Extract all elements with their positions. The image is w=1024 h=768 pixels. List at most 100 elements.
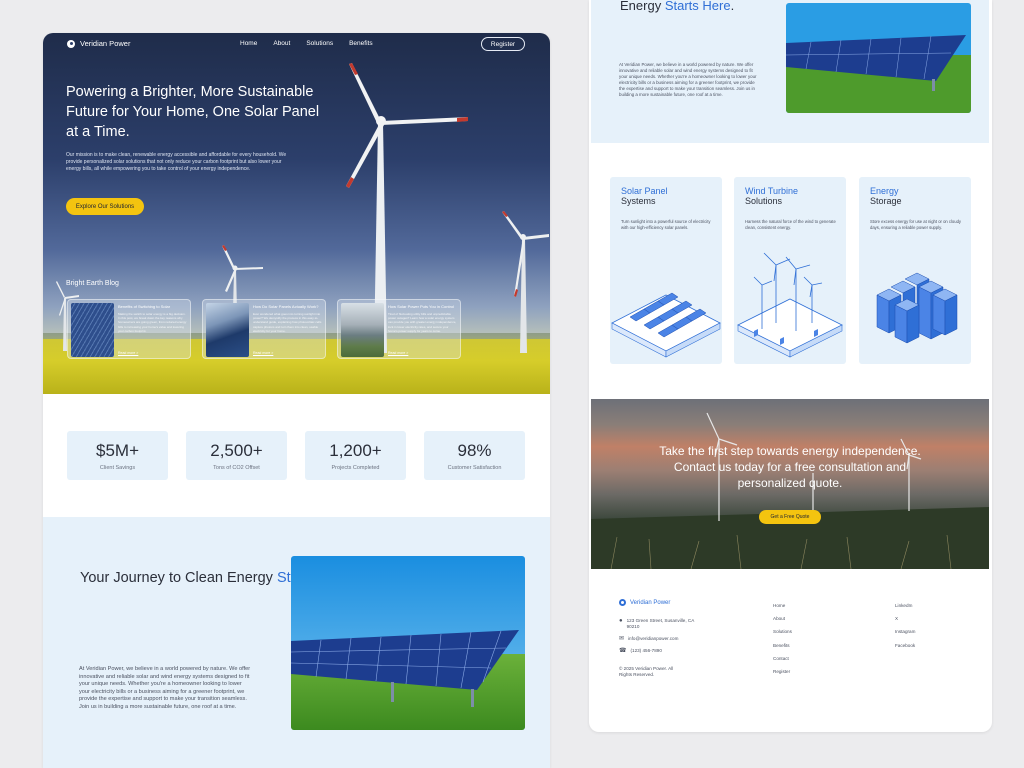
stat-label: Tons of CO2 Offset [213, 465, 260, 471]
footer-link-contact[interactable]: Contact [773, 656, 792, 661]
footer-link-benefits[interactable]: Benefits [773, 643, 792, 648]
logo-icon [67, 39, 75, 48]
nav-link-about[interactable]: About [273, 40, 290, 47]
footer-phone-text: (123) 456-7890 [630, 648, 662, 653]
footer-email[interactable]: ✉ info@veridianpower.com [619, 636, 678, 642]
blog-card[interactable]: How Solar Power Puts You in Control Tire… [337, 299, 461, 359]
explore-solutions-button[interactable]: Explore Our Solutions [66, 198, 144, 215]
blog-card-title: How Do Solar Panels Actually Work? [253, 304, 319, 309]
phone-icon: ☎ [619, 648, 627, 654]
right-turbine [502, 211, 549, 353]
blog-card-excerpt: Making the switch to solar energy is a b… [118, 312, 187, 333]
service-card-wind[interactable]: Wind Turbine Solutions Harness the natur… [734, 177, 846, 364]
footer-copyright: © 2025 Veridian Power. All Rights Reserv… [619, 666, 679, 678]
stat-card: 2,500+ Tons of CO2 Offset [186, 431, 287, 480]
service-title: Solutions [745, 196, 783, 206]
footer-link-about[interactable]: About [773, 616, 792, 621]
footer-social: LinkedIn X Instagram Facebook [895, 603, 915, 656]
footer-link-solutions[interactable]: Solutions [773, 629, 792, 634]
service-title-accent: Solar Panel [621, 186, 668, 196]
footer-nav: Home About Solutions Benefits Contact Re… [773, 603, 792, 682]
brand-name: Veridian Power [80, 39, 131, 48]
register-button[interactable]: Register [481, 37, 525, 51]
nav-link-benefits[interactable]: Benefits [349, 40, 373, 47]
solar-field-illustration [786, 3, 971, 113]
footer-link-linkedin[interactable]: LinkedIn [895, 603, 915, 608]
service-title-accent: Energy [870, 186, 899, 196]
journey-title-main: Energy [620, 0, 665, 13]
footer-address-text: 123 Green Street, Susanville, CA 90210 [626, 618, 695, 629]
journey-section-top: Energy Starts Here. At Veridian Power, w… [591, 0, 989, 143]
footer-brand[interactable]: Veridian Power [619, 599, 670, 606]
brand-logo[interactable]: Veridian Power [67, 39, 130, 48]
footer-link-register[interactable]: Register [773, 669, 792, 674]
footer-address: ● 123 Green Street, Susanville, CA 90210 [619, 618, 697, 630]
nav-link-home[interactable]: Home [240, 40, 257, 47]
location-pin-icon: ● [619, 618, 623, 624]
get-free-quote-button[interactable]: Get a Free Quote [759, 510, 821, 524]
blog-read-more-link[interactable]: Read more > [253, 351, 273, 355]
service-title: Systems [621, 196, 656, 206]
blog-read-more-link[interactable]: Read more > [118, 351, 138, 355]
solar-field-image [291, 556, 525, 730]
footer-link-instagram[interactable]: Instagram [895, 629, 915, 634]
main-nav: Home About Solutions Benefits [240, 40, 373, 47]
nav-link-solutions[interactable]: Solutions [306, 40, 333, 47]
blog-image-house [341, 303, 384, 357]
battery-storage-icon [876, 272, 958, 344]
blog-card-excerpt: Ever wondered what goes into turning sun… [253, 312, 322, 333]
wind-turbine-icon [737, 252, 843, 358]
journey-title-end: . [730, 0, 735, 13]
journey-title-main: Your Journey to Clean Energy [80, 570, 277, 586]
footer-brand-name: Veridian Power [630, 599, 671, 606]
footer-email-text: info@veridianpower.com [628, 636, 679, 641]
solar-panel-icon [611, 292, 721, 358]
blog-card-title: How Solar Power Puts You in Control [388, 304, 455, 309]
stat-value: 2,500+ [210, 441, 263, 460]
service-description: Turn sunlight into a powerful source of … [621, 219, 711, 230]
journey-text: At Veridian Power, we believe in a world… [619, 62, 757, 97]
journey-text: At Veridian Power, we believe in a world… [79, 666, 251, 710]
stat-card: 1,200+ Projects Completed [305, 431, 406, 480]
service-description: Store excess energy for use at night or … [870, 219, 962, 230]
stat-value: $5M+ [96, 441, 139, 460]
stat-value: 98% [457, 441, 492, 460]
blog-section-title: Bright Earth Blog [66, 280, 119, 287]
stat-label: Customer Satisfaction [447, 465, 502, 471]
footer-link-home[interactable]: Home [773, 603, 792, 608]
cta-heading: Take the first step towards energy indep… [659, 444, 921, 490]
blog-image-solar-panels [71, 303, 114, 357]
blog-image-technician [206, 303, 249, 357]
logo-icon [619, 599, 626, 606]
solar-field-image [786, 3, 971, 113]
cta-banner: Take the first step towards energy indep… [591, 399, 989, 569]
solar-field-illustration [291, 556, 525, 730]
mail-icon: ✉ [619, 636, 625, 642]
stat-label: Projects Completed [331, 465, 380, 471]
stat-label: Client Savings [99, 465, 136, 471]
footer-link-facebook[interactable]: Facebook [895, 643, 915, 648]
blog-card[interactable]: How Do Solar Panels Actually Work? Ever … [202, 299, 326, 359]
blog-card-excerpt: Tired of fluctuating utility bills and u… [388, 312, 457, 333]
service-title-accent: Wind Turbine [745, 186, 799, 196]
journey-section: Your Journey to Clean Energy Starts Here… [43, 517, 550, 768]
footer-copyright-text: © 2025 Veridian Power. All Rights Reserv… [619, 666, 674, 677]
stat-card: $5M+ Client Savings [67, 431, 168, 480]
service-card-solar[interactable]: Solar Panel Systems Turn sunlight into a… [610, 177, 722, 364]
blog-card[interactable]: Benefits of Switching to Solar Making th… [67, 299, 191, 359]
footer-link-x[interactable]: X [895, 616, 915, 621]
hero-section: Veridian Power Home About Solutions Bene… [43, 33, 550, 394]
blog-read-more-link[interactable]: Read more > [388, 351, 408, 355]
stat-value: 1,200+ [329, 441, 382, 460]
site-footer: Veridian Power ● 123 Green Street, Susan… [589, 590, 992, 730]
hero-title: Powering a Brighter, More Sustainable Fu… [66, 84, 320, 140]
landing-page-full: Veridian Power Home About Solutions Bene… [43, 33, 550, 768]
service-description: Harness the natural force of the wind to… [745, 219, 836, 230]
journey-title-accent: Starts Here [664, 0, 731, 13]
service-card-storage[interactable]: Energy Storage Store excess energy for u… [859, 177, 971, 364]
service-title: Storage [870, 196, 902, 206]
stat-card: 98% Customer Satisfaction [424, 431, 525, 480]
landing-page-continued: Energy Starts Here. At Veridian Power, w… [589, 0, 992, 732]
hero-description: Our mission is to make clean, renewable … [66, 152, 287, 172]
footer-phone[interactable]: ☎ (123) 456-7890 [619, 648, 662, 654]
